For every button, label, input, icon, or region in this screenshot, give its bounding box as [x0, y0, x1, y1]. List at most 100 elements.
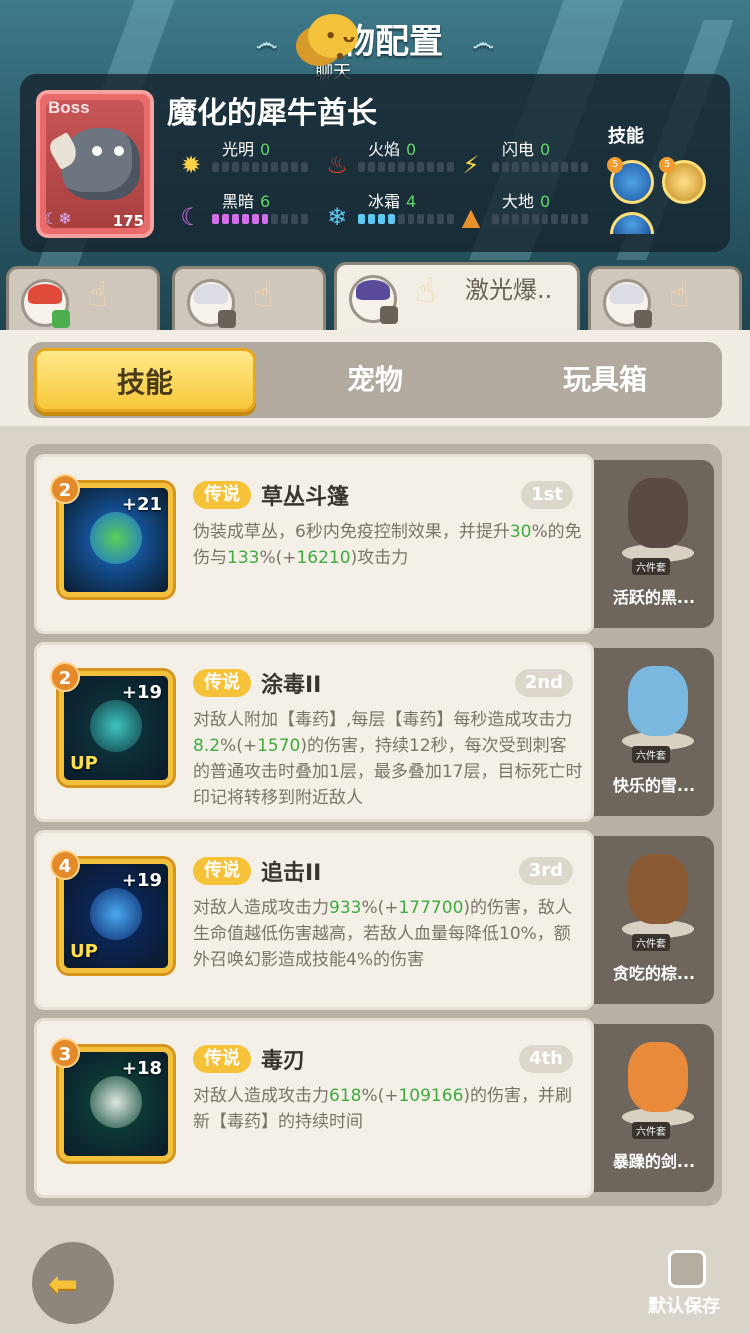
skill-list: 2 +21 传说 草丛斗篷 1st 伪装成草丛，6秒内免疫控制效果，并提升30%…: [26, 444, 722, 1206]
pet-set-badge: 六件套: [632, 558, 670, 575]
element-bar: [358, 214, 455, 224]
moon-icon: ☾: [180, 203, 202, 231]
boss-panel: Boss ☾❄ 175 魔化的犀牛酋长 ✹ 光明 0 ♨ 火焰 0 ⚡ 闪电 0 ☾ …: [20, 74, 730, 252]
boss-tag: Boss: [48, 98, 90, 117]
skill-name: 追击II: [261, 861, 322, 886]
rarity-badge: 传说: [193, 1045, 251, 1073]
bottom-bar: ⬅ 默认保存: [0, 1218, 750, 1334]
skill-card[interactable]: 2 +19 UP 传说 涂毒II 2nd 对敌人附加【毒药】,每层【毒药】每秒造…: [34, 642, 594, 822]
skill-rank: 2nd: [514, 669, 573, 697]
mountain-icon: ▲: [461, 203, 481, 231]
skill-art-poison-blade: 3 +18: [50, 1038, 173, 1161]
pet-slot[interactable]: 六件套 暴躁的剑...: [594, 1024, 714, 1192]
skill-up-badge: UP: [70, 753, 98, 774]
skill-art-pursuit: 4 +19 UP: [50, 850, 173, 973]
hero-avatar: [187, 279, 236, 328]
boss-skills-label: 技能: [608, 126, 644, 147]
boss-portrait[interactable]: Boss ☾❄ 175: [36, 90, 154, 238]
skill-row[interactable]: 3 +18 传说 毒刃 4th 对敌人造成攻击力618%(+109166)的伤害…: [34, 1018, 714, 1198]
pet-name: 快乐的雪...: [612, 776, 696, 795]
dark-frost-icon: ☾❄: [44, 209, 72, 228]
skill-desc: 伪装成草丛，6秒内免疫控制效果，并提升30%的免伤与133%(+16210)攻击…: [193, 522, 582, 568]
rarity-badge: 传说: [193, 481, 251, 509]
skill-card[interactable]: 4 +19 UP 传说 追击II 3rd 对敌人造成攻击力933%(+17770…: [34, 830, 594, 1010]
element-bar: [212, 214, 309, 224]
hero-tab-1[interactable]: ☝: [6, 266, 160, 332]
tap-hand-icon: ☝: [253, 275, 274, 315]
pet-set-badge: 六件套: [632, 934, 670, 951]
pet-name: 暴躁的剑...: [612, 1152, 696, 1171]
skill-plus: +18: [121, 1058, 162, 1079]
element-earth: ▲ 大地 0: [456, 188, 606, 234]
skill-card[interactable]: 3 +18 传说 毒刃 4th 对敌人造成攻击力618%(+109166)的伤害…: [34, 1018, 594, 1198]
element-lightning: ⚡ 闪电 0: [456, 136, 606, 182]
element-bar: [358, 162, 455, 172]
element-frost: ❄ 冰霜 4: [322, 188, 472, 234]
element-fire: ♨ 火焰 0: [322, 136, 472, 182]
poison-drop-icon: [90, 700, 142, 752]
pet-name: 活跃的黑...: [612, 588, 696, 607]
swirl-left-icon: ෴: [256, 31, 278, 56]
hero-tab-3[interactable]: ☝ 激光爆..: [334, 262, 580, 334]
pet-slot[interactable]: 六件套 贪吃的棕...: [594, 836, 714, 1004]
boss-level: 175: [112, 212, 144, 230]
skull-icon: [90, 1076, 142, 1128]
swirl-right-icon: ෴: [472, 31, 494, 56]
pet-set-badge: 六件套: [632, 746, 670, 763]
pet-icon: [628, 666, 688, 736]
skill-desc: 对敌人附加【毒药】,每层【毒药】每秒造成攻击力8.2%(+1570)的伤害，持续…: [193, 710, 583, 808]
boss-skill-star-icon[interactable]: 5: [659, 157, 706, 204]
skill-rank: 4th: [519, 1045, 573, 1073]
skill-name: 草丛斗篷: [261, 485, 350, 510]
hero-tab-2[interactable]: ☝: [172, 266, 326, 332]
skill-row[interactable]: 2 +19 UP 传说 涂毒II 2nd 对敌人附加【毒药】,每层【毒药】每秒造…: [34, 642, 714, 822]
hero-tabs: ☝ ☝ ☝ 激光爆.. ☝: [0, 262, 750, 334]
hero-tab-skill-text: 激光爆..: [465, 276, 553, 304]
skill-up-badge: UP: [70, 941, 98, 962]
chat-bubble-icon: • ᴗ •: [308, 14, 358, 68]
skill-name: 毒刃: [261, 1049, 306, 1074]
skill-level: 4: [50, 850, 80, 880]
back-button[interactable]: ⬅: [32, 1242, 114, 1324]
pet-slot[interactable]: 六件套 快乐的雪...: [594, 648, 714, 816]
tab-toybox[interactable]: 玩具箱: [494, 348, 716, 412]
skill-plus: +19: [121, 870, 162, 891]
category-tabs-area: 技能 宠物 玩具箱: [0, 330, 750, 426]
rarity-badge: 传说: [193, 669, 251, 697]
tab-pets[interactable]: 宠物: [264, 348, 486, 412]
element-dark: ☾ 黑暗 6: [176, 188, 326, 234]
boss-skill-bird-icon[interactable]: 5: [607, 157, 654, 204]
back-arrow-icon: ⬅: [48, 1264, 79, 1305]
skill-level: 3: [50, 1038, 80, 1068]
default-save-checkbox[interactable]: [668, 1250, 706, 1288]
tap-hand-icon: ☝: [87, 275, 108, 315]
rarity-badge: 传说: [193, 857, 251, 885]
skill-plus: +19: [121, 682, 162, 703]
rhino-icon: [62, 128, 140, 200]
pet-icon: [628, 1042, 688, 1112]
tap-hand-icon: ☝: [415, 271, 436, 311]
slash-icon: [90, 888, 142, 940]
flame-icon: ♨: [326, 151, 348, 179]
sun-icon: ✹: [180, 151, 202, 179]
skill-level: 2: [50, 662, 80, 692]
tab-skills[interactable]: 技能: [34, 348, 256, 412]
tap-hand-icon: ☝: [669, 275, 690, 315]
element-bar: [212, 162, 309, 172]
element-bar: [492, 162, 589, 172]
page-title-bar: ෴ 宠物配置 ෴: [0, 14, 750, 63]
skill-row[interactable]: 2 +21 传说 草丛斗篷 1st 伪装成草丛，6秒内免疫控制效果，并提升30%…: [34, 454, 714, 634]
skill-desc: 对敌人造成攻击力933%(+177700)的伤害，敌人生命值越低伤害越高，若敌人…: [193, 898, 573, 970]
skill-rank: 3rd: [518, 857, 573, 885]
skill-level: 2: [50, 474, 80, 504]
pet-slot[interactable]: 六件套 活跃的黑...: [594, 460, 714, 628]
default-save-label: 默认保存: [648, 1296, 720, 1317]
pet-icon: [628, 854, 688, 924]
pet-set-badge: 六件套: [632, 1122, 670, 1139]
skill-card[interactable]: 2 +21 传说 草丛斗篷 1st 伪装成草丛，6秒内免疫控制效果，并提升30%…: [34, 454, 594, 634]
skill-row[interactable]: 4 +19 UP 传说 追击II 3rd 对敌人造成攻击力933%(+17770…: [34, 830, 714, 1010]
hero-tab-4[interactable]: ☝: [588, 266, 742, 332]
pet-name: 贪吃的棕...: [612, 964, 696, 983]
boss-skill-third-icon[interactable]: [610, 212, 654, 234]
hero-avatar: [21, 279, 70, 328]
